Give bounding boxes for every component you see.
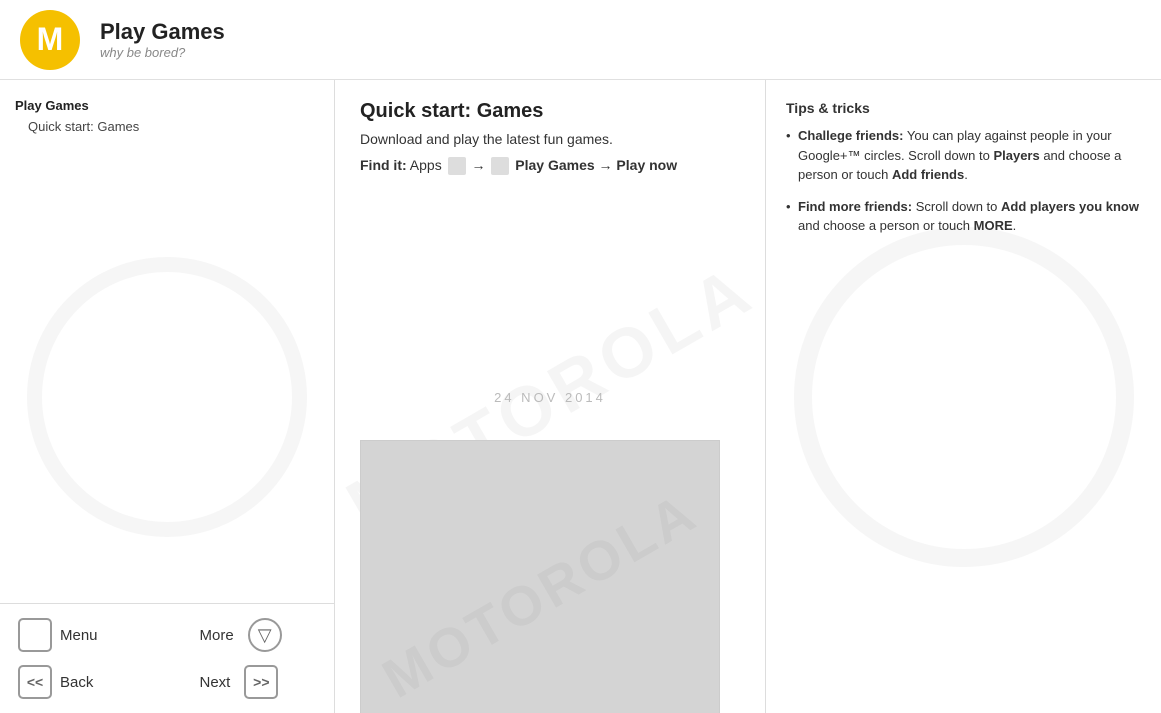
play-games-icon-inline (491, 157, 509, 175)
app-header: M Play Games why be bored? (0, 0, 1161, 80)
screenshot-image: MOTOROLA (360, 440, 720, 713)
tip-item-2: Find more friends: Scroll down to Add pl… (786, 197, 1141, 236)
next-label: Next (200, 674, 231, 691)
right-content: Tips & tricks Challege friends: You can … (766, 80, 1161, 268)
screenshot-watermark: MOTOROLA (372, 479, 709, 710)
find-it-label: Find it: (360, 157, 407, 173)
play-games-text: Play Games → Play now (515, 157, 677, 173)
sidebar-item-quick-start[interactable]: Quick start: Games (10, 116, 324, 137)
back-label: Back (60, 674, 93, 691)
menu-button[interactable]: Menu (10, 614, 165, 656)
more-button[interactable]: More ▽ (170, 614, 325, 656)
tip-1-label: Challege friends: (798, 128, 903, 143)
back-button[interactable]: << Back (10, 661, 165, 703)
sidebar: Play Games Quick start: Games Menu More … (0, 80, 335, 713)
main-layout: Play Games Quick start: Games Menu More … (0, 80, 1161, 713)
sidebar-bottom-nav: Menu More ▽ << Back Next >> (0, 603, 334, 713)
more-label: More (200, 627, 234, 644)
app-title: Play Games (100, 19, 225, 45)
sidebar-item-play-games[interactable]: Play Games (10, 95, 324, 116)
menu-label: Menu (60, 627, 98, 644)
tips-list: Challege friends: You can play against p… (786, 126, 1141, 236)
tip-2-more: MORE (974, 218, 1013, 233)
header-text-block: Play Games why be bored? (100, 19, 225, 60)
right-watermark-circle (794, 227, 1134, 567)
arrow1: → (471, 157, 489, 173)
sidebar-navigation: Play Games Quick start: Games (0, 80, 334, 603)
center-panel: MOTOROLA Quick start: Games Download and… (335, 80, 766, 713)
tip-1-add-friends: Add friends (892, 167, 964, 182)
tips-title: Tips & tricks (786, 100, 1141, 116)
center-content: Quick start: Games Download and play the… (335, 80, 765, 210)
motorola-logo: M (20, 10, 80, 70)
back-icon: << (18, 665, 52, 699)
apps-icon-inline (448, 157, 466, 175)
menu-grid-icon (18, 618, 52, 652)
logo-letter: M (37, 21, 64, 58)
next-icon: >> (244, 665, 278, 699)
section-description: Download and play the latest fun games. (360, 131, 740, 147)
right-panel: Tips & tricks Challege friends: You can … (766, 80, 1161, 713)
tip-2-add-players: Add players you know (1001, 199, 1139, 214)
tip-1-players: Players (993, 148, 1039, 163)
date-stamp: 24 NOV 2014 (494, 390, 606, 405)
next-button[interactable]: Next >> (170, 661, 325, 703)
tip-2-label: Find more friends: (798, 199, 912, 214)
more-circle-icon: ▽ (248, 618, 282, 652)
find-it-apps: Apps (410, 157, 446, 173)
app-subtitle: why be bored? (100, 45, 225, 60)
find-it-text: Find it: Apps → Play Games → Play now (360, 157, 740, 175)
tip-item-1: Challege friends: You can play against p… (786, 126, 1141, 185)
section-title: Quick start: Games (360, 100, 740, 123)
